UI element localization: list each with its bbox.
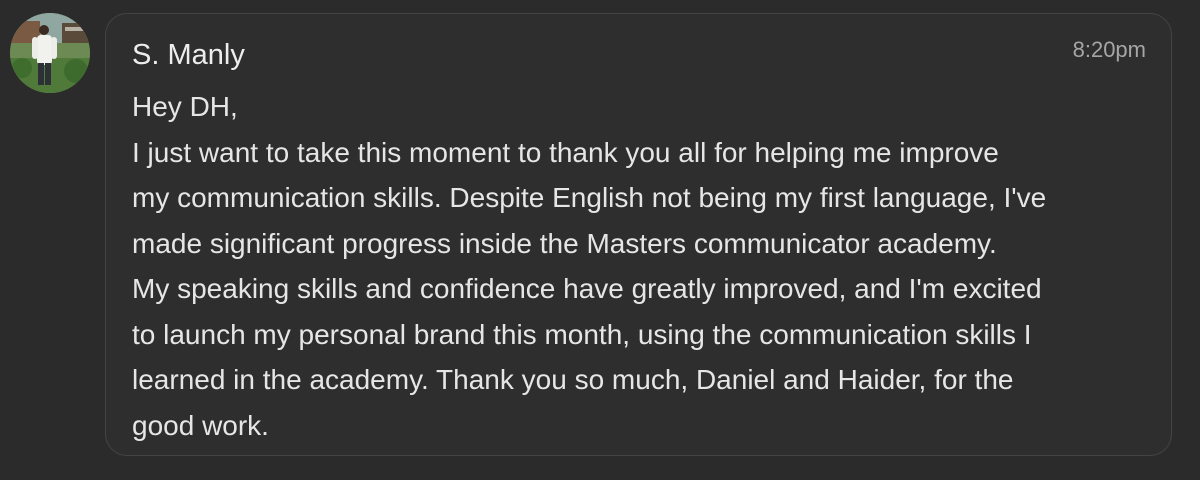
message-line: My speaking skills and confidence have g… xyxy=(132,273,1042,304)
message-body: Hey DH, I just want to take this moment … xyxy=(132,84,1142,448)
message-line: good work. xyxy=(132,409,269,441)
chat-message-row: S. Manly 8:20pm Hey DH, I just want to t… xyxy=(0,0,1200,480)
message-line: to launch my personal brand this month, … xyxy=(132,318,1032,350)
message-line: Hey DH, xyxy=(132,91,238,122)
message-line: I just want to take this moment to thank… xyxy=(132,136,999,168)
message-line: made significant progress inside the Mas… xyxy=(132,227,997,259)
message-line: learned in the academy. Thank you so muc… xyxy=(132,364,1014,395)
message-timestamp: 8:20pm xyxy=(1072,37,1146,62)
avatar[interactable] xyxy=(10,13,90,93)
message-bubble: S. Manly 8:20pm Hey DH, I just want to t… xyxy=(105,13,1172,456)
sender-name[interactable]: S. Manly xyxy=(132,38,245,72)
user-photo-avatar-icon xyxy=(10,13,90,93)
message-line: my communication skills. Despite English… xyxy=(132,182,1047,213)
